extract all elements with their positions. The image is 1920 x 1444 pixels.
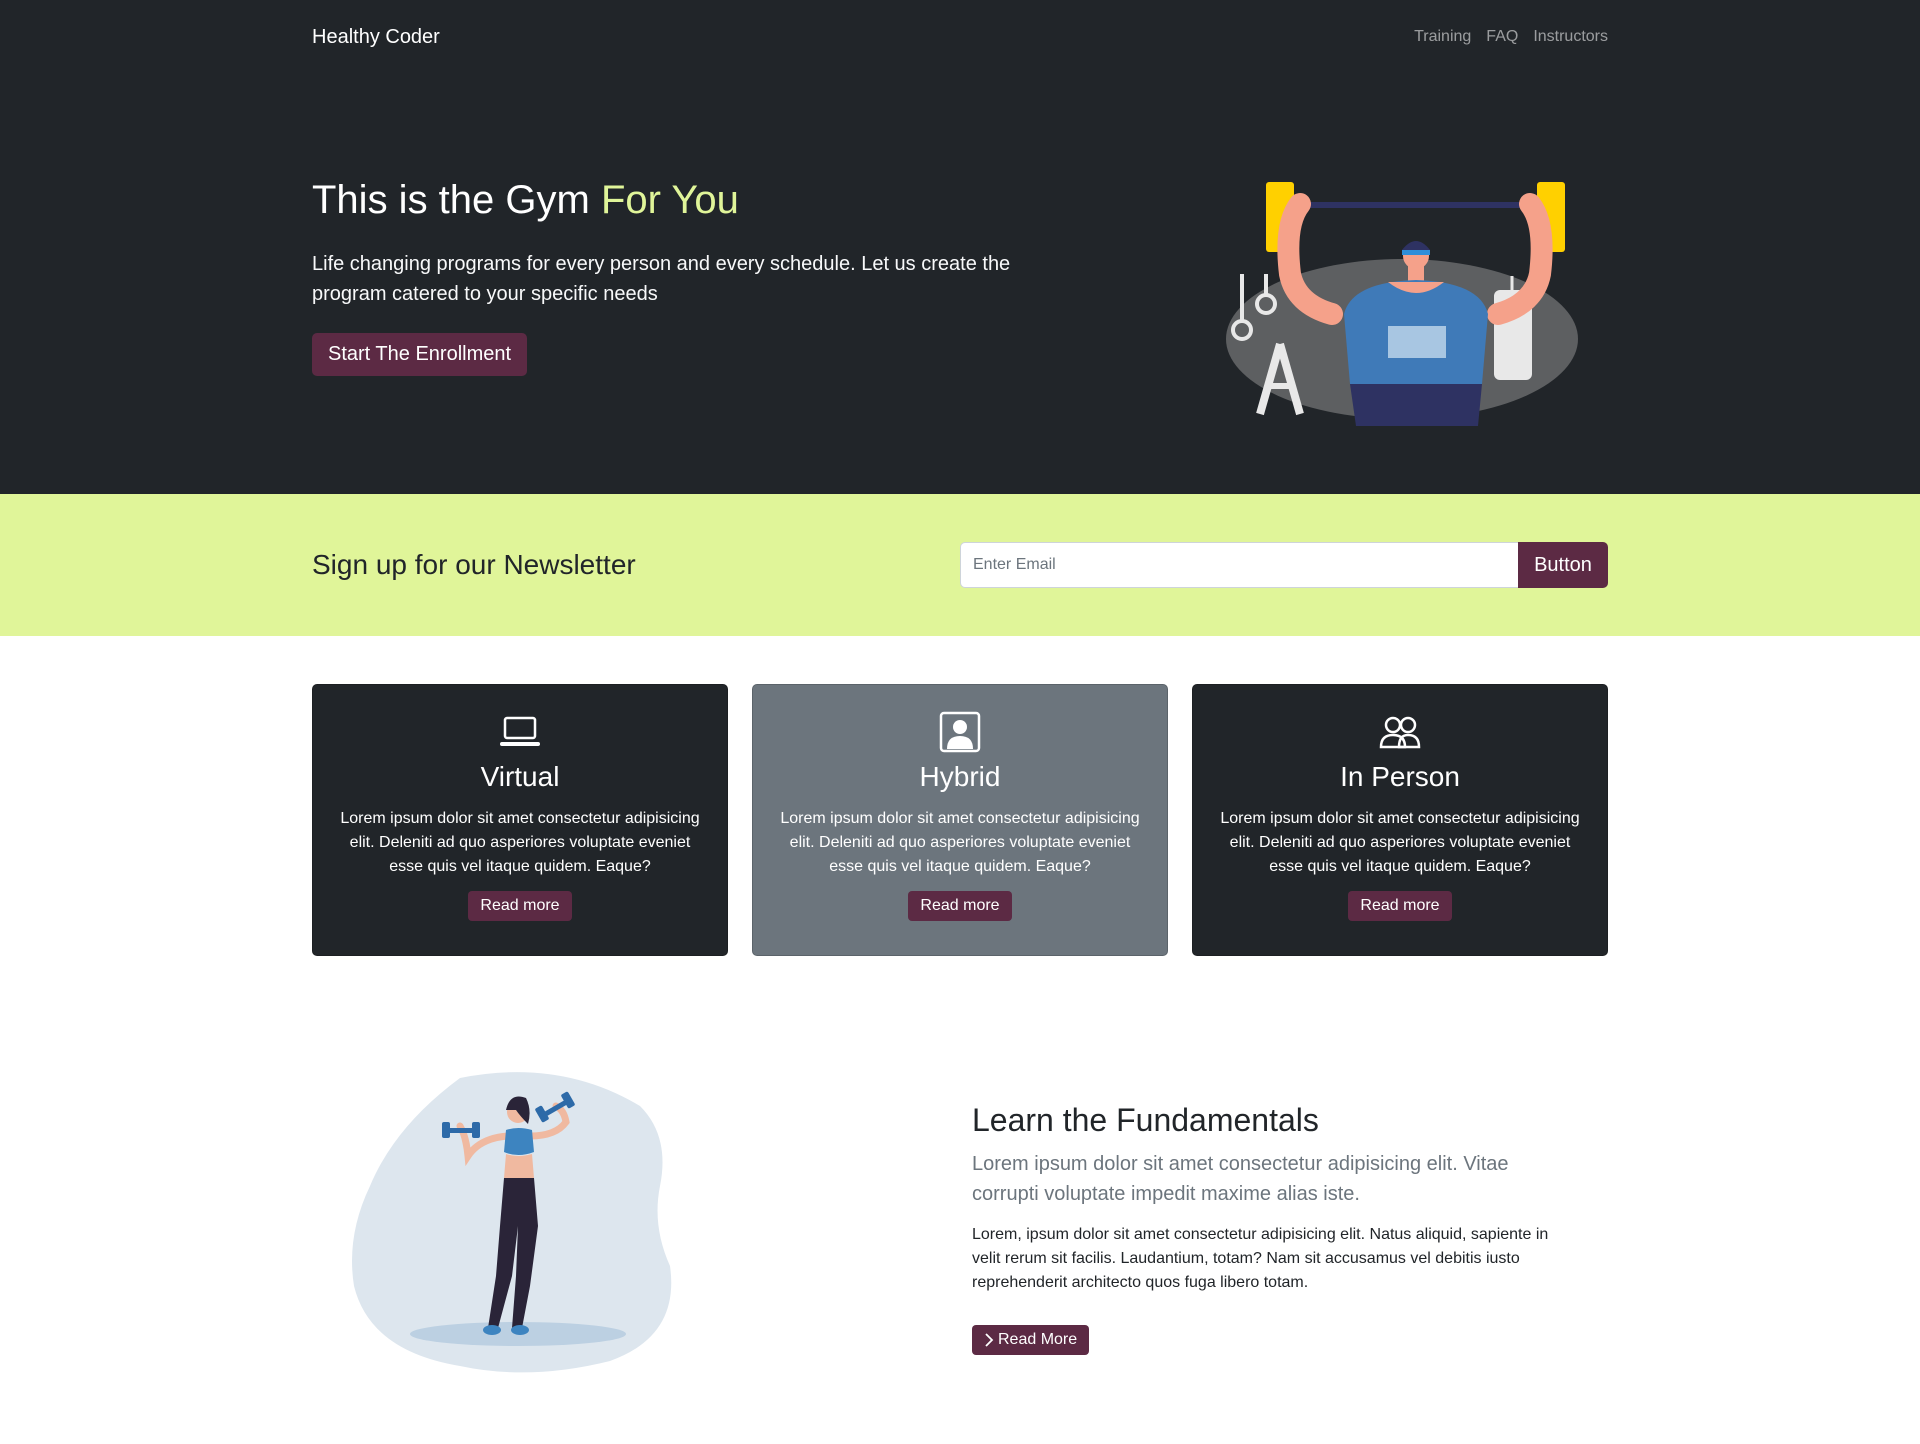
hero-title-accent: For You — [600, 178, 739, 222]
hero-title-main: This is the Gym — [312, 178, 601, 222]
card-virtual: Virtual Lorem ipsum dolor sit amet conse… — [312, 684, 728, 956]
woman-dumbbells-illustration — [352, 1072, 672, 1373]
newsletter-submit-button[interactable]: Button — [1518, 542, 1608, 588]
newsletter-title: Sign up for our Newsletter — [312, 549, 636, 580]
learn-body: Lorem, ipsum dolor sit amet consectetur … — [972, 1226, 1549, 1291]
cards-section: Virtual Lorem ipsum dolor sit amet conse… — [0, 636, 1920, 956]
card-text: Lorem ipsum dolor sit amet consectetur a… — [340, 810, 700, 875]
read-more-button[interactable]: Read more — [1348, 891, 1452, 921]
brand-link[interactable]: Healthy Coder — [312, 26, 440, 49]
nav-link-instructors[interactable]: Instructors — [1533, 28, 1608, 46]
chevron-right-icon — [985, 1333, 994, 1347]
card-hybrid: Hybrid Lorem ipsum dolor sit amet consec… — [752, 684, 1168, 956]
nav-link-training[interactable]: Training — [1414, 28, 1471, 46]
learn-read-more-label: Read More — [998, 1331, 1078, 1348]
card-title: Hybrid — [919, 761, 1001, 792]
nav-links: Training FAQ Instructors — [1414, 28, 1608, 46]
hero-title: This is the Gym For You — [312, 178, 1112, 223]
hero-text: This is the Gym For You Life changing pr… — [312, 178, 1112, 390]
email-input[interactable] — [960, 542, 1518, 588]
nav-link-faq[interactable]: FAQ — [1486, 28, 1518, 46]
learn-read-more-button[interactable]: Read More — [972, 1325, 1090, 1355]
learn-section: Learn the Fundamentals Lorem ipsum dolor… — [0, 956, 1920, 1436]
read-more-button[interactable]: Read more — [908, 891, 1012, 921]
card-title: In Person — [1340, 761, 1460, 792]
newsletter-section: Sign up for our Newsletter Button — [0, 494, 1920, 636]
people-icon — [1193, 711, 1607, 753]
card-text: Lorem ipsum dolor sit amet consectetur a… — [1220, 810, 1580, 875]
person-square-icon — [753, 711, 1167, 753]
learn-text: Learn the Fundamentals Lorem ipsum dolor… — [972, 1102, 1562, 1355]
read-more-button[interactable]: Read more — [468, 891, 572, 921]
card-text: Lorem ipsum dolor sit amet consectetur a… — [780, 810, 1140, 875]
hero-lead: Life changing programs for every person … — [312, 253, 1011, 305]
laptop-icon — [313, 711, 727, 753]
weightlifter-illustration — [1226, 182, 1578, 426]
card-title: Virtual — [480, 761, 560, 792]
card-in-person: In Person Lorem ipsum dolor sit amet con… — [1192, 684, 1608, 956]
newsletter-form: Button — [960, 542, 1608, 588]
learn-title: Learn the Fundamentals — [972, 1102, 1319, 1138]
start-enrollment-button[interactable]: Start The Enrollment — [312, 333, 528, 376]
hero-section: This is the Gym For You Life changing pr… — [0, 74, 1920, 494]
navbar: Healthy Coder Training FAQ Instructors — [0, 0, 1920, 74]
learn-lead: Lorem ipsum dolor sit amet consectetur a… — [972, 1153, 1509, 1205]
